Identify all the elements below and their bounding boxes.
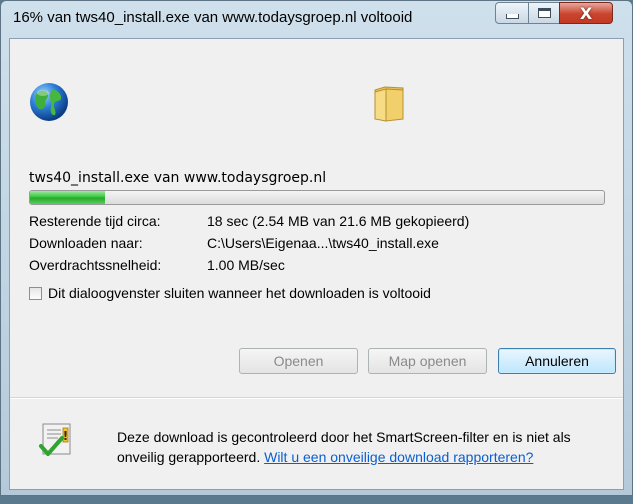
close-when-done-label: Dit dialoogvenster sluiten wanneer het d… xyxy=(48,285,431,301)
download-to-value: C:\Users\Eigenaa...\tws40_install.exe xyxy=(207,235,439,251)
open-button[interactable]: Openen xyxy=(239,348,358,374)
time-remaining-value: 18 sec (2.54 MB van 21.6 MB gekopieerd) xyxy=(207,213,470,229)
dialog-body: tws40_install.exe van www.todaysgroep.nl… xyxy=(9,38,624,490)
globe-icon xyxy=(30,83,68,121)
report-unsafe-download-link[interactable]: Wilt u een onveilige download rapportere… xyxy=(264,449,533,465)
minimize-button[interactable] xyxy=(495,2,529,24)
download-progress-bar xyxy=(29,190,605,205)
close-button[interactable]: X xyxy=(559,2,613,24)
download-to-label: Downloaden naar: xyxy=(29,235,143,251)
svg-text:!: ! xyxy=(63,429,68,443)
footer-divider-highlight xyxy=(10,398,623,399)
close-icon: X xyxy=(579,3,593,23)
maximize-button[interactable] xyxy=(528,2,560,24)
maximize-icon xyxy=(537,8,551,18)
minimize-icon xyxy=(505,13,519,19)
download-dialog: 16% van tws40_install.exe van www.todays… xyxy=(0,0,633,496)
window-title: 16% van tws40_install.exe van www.todays… xyxy=(13,9,413,26)
smartscreen-message: Deze download is gecontroleerd door het … xyxy=(117,427,607,467)
transfer-rate-value: 1.00 MB/sec xyxy=(207,257,285,273)
open-folder-button[interactable]: Map openen xyxy=(368,348,487,374)
time-remaining-label: Resterende tijd circa: xyxy=(29,213,161,229)
transfer-rate-label: Overdrachtssnelheid: xyxy=(29,257,162,273)
cancel-button[interactable]: Annuleren xyxy=(498,348,616,374)
close-when-done-checkbox[interactable] xyxy=(29,286,42,300)
smartscreen-shield-icon: ! xyxy=(39,423,71,456)
file-source-label: tws40_install.exe van www.todaysgroep.nl xyxy=(29,170,327,186)
folder-icon xyxy=(374,86,404,122)
close-when-done-option[interactable]: Dit dialoogvenster sluiten wanneer het d… xyxy=(29,285,431,301)
title-bar[interactable]: 16% van tws40_install.exe van www.todays… xyxy=(1,1,632,37)
progress-fill xyxy=(30,191,105,204)
